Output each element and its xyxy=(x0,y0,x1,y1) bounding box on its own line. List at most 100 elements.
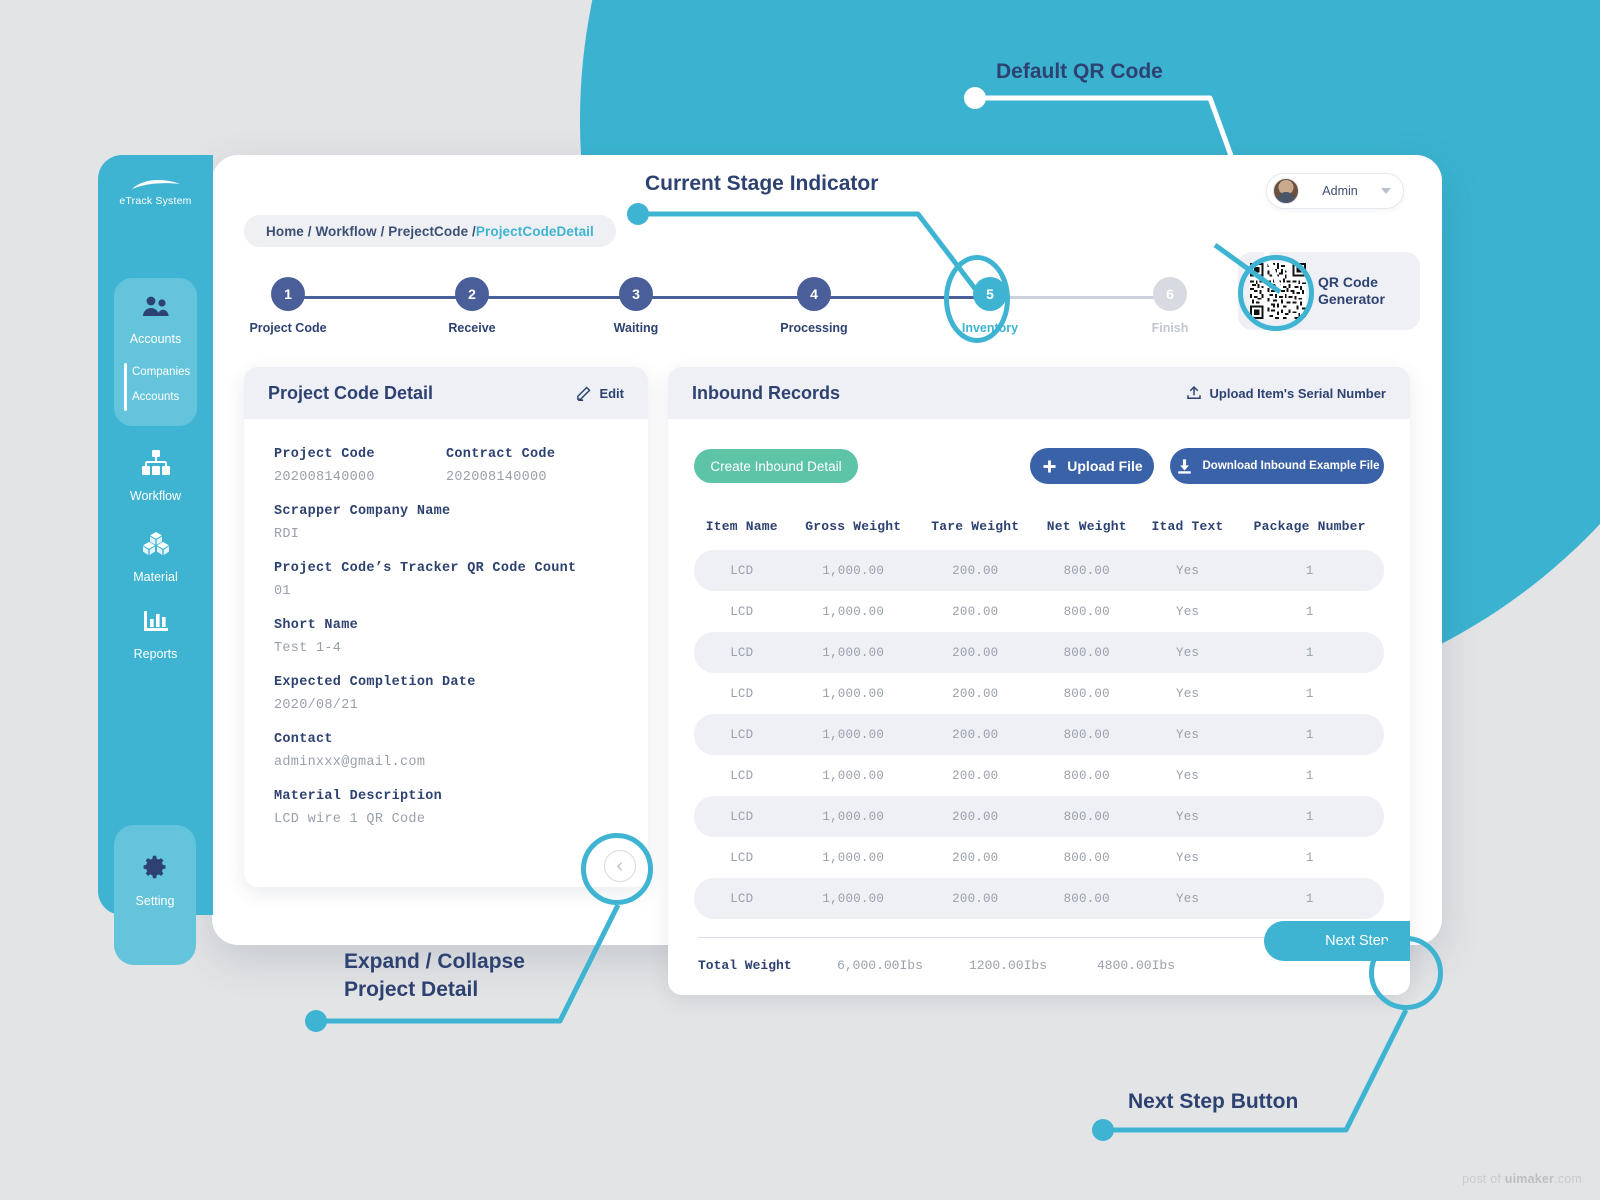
col-net-weight: Net Weight xyxy=(1046,519,1127,534)
cell-net-weight: 800.00 xyxy=(1033,796,1140,837)
roof-icon xyxy=(130,177,182,190)
step-2-label: Receive xyxy=(448,321,496,335)
cell-package-number: 1 xyxy=(1235,796,1384,837)
step-6-label: Finish xyxy=(1151,321,1189,335)
field-value: adminxxx@gmail.com xyxy=(274,755,426,770)
field-contract-code: Contract Code 202008140000 xyxy=(446,447,618,485)
sidebar-item-material[interactable]: Material xyxy=(98,531,213,586)
step-4-label: Processing xyxy=(780,321,848,335)
field-key: Contact xyxy=(274,732,333,747)
table-row[interactable]: LCD 1,000.00 200.00 800.00 Yes 1 xyxy=(694,673,1384,714)
chevron-down-icon xyxy=(1381,188,1391,194)
cell-package-number: 1 xyxy=(1235,550,1384,591)
cell-gross-weight: 1,000.00 xyxy=(822,686,885,701)
inbound-records-panel: Inbound Records Upload Item's Serial Num… xyxy=(668,367,1410,995)
download-example-label: Download Inbound Example File xyxy=(1202,460,1380,472)
step-6[interactable]: 6 Finish xyxy=(1110,273,1230,335)
cell-itad-text: Yes xyxy=(1139,632,1236,673)
cell-net-weight: 800.00 xyxy=(1063,604,1110,619)
step-3-bubble: 3 xyxy=(619,277,653,311)
table-row[interactable]: LCD 1,000.00 200.00 800.00 Yes 1 xyxy=(694,796,1384,837)
field-key: Expected Completion Date xyxy=(274,675,476,690)
table-row[interactable]: LCD 1,000.00 200.00 800.00 Yes 1 xyxy=(694,714,1384,755)
plus-icon xyxy=(1043,459,1056,473)
download-icon xyxy=(1177,458,1191,474)
cell-item-name: LCD xyxy=(730,768,754,783)
table-header-row: Item Name Gross Weight Tare Weight Net W… xyxy=(694,513,1384,550)
field-key: Project Code’s Tracker QR Code Count xyxy=(274,561,577,576)
total-tare-weight: 1200.00Ibs xyxy=(968,957,1047,973)
table-row[interactable]: LCD 1,000.00 200.00 800.00 Yes 1 xyxy=(694,755,1384,796)
table-row[interactable]: LCD 1,000.00 200.00 800.00 Yes 1 xyxy=(694,837,1384,878)
field-tracker-qr-count: Project Code’s Tracker QR Code Count 01 xyxy=(274,561,618,599)
cell-package-number: 1 xyxy=(1235,714,1384,755)
cell-tare-weight: 200.00 xyxy=(952,768,999,783)
cell-item-name: LCD xyxy=(694,714,790,755)
breadcrumb-trail: Home / Workflow / PrejectCode / xyxy=(266,223,476,239)
step-1[interactable]: 1 Project Code xyxy=(228,273,348,335)
col-gross-weight: Gross Weight xyxy=(805,519,902,534)
sidebar-subitem-accounts[interactable]: Accounts xyxy=(98,385,213,410)
watermark: post of uimaker.com xyxy=(1462,1172,1582,1186)
pencil-icon xyxy=(577,385,591,401)
sidebar-item-accounts[interactable]: Accounts Companies Accounts xyxy=(98,295,213,411)
table-row[interactable]: LCD 1,000.00 200.00 800.00 Yes 1 xyxy=(694,591,1384,632)
cell-net-weight: 800.00 xyxy=(1063,686,1110,701)
sidebar-subitem-companies[interactable]: Companies xyxy=(98,360,213,385)
page-root: Home / Workflow / PrejectCode / ProjectC… xyxy=(0,0,1600,1200)
detail-row-codes: Project Code 202008140000 Contract Code … xyxy=(274,447,618,504)
table-row[interactable]: LCD 1,000.00 200.00 800.00 Yes 1 xyxy=(694,632,1384,673)
cell-item-name: LCD xyxy=(730,686,754,701)
step-1-bubble: 1 xyxy=(271,277,305,311)
submenu-indicator xyxy=(124,363,127,411)
cell-package-number: 1 xyxy=(1235,878,1384,919)
cell-item-name: LCD xyxy=(694,878,790,919)
cell-itad-text: Yes xyxy=(1176,768,1200,783)
step-2[interactable]: 2 Receive xyxy=(412,273,532,335)
breadcrumb[interactable]: Home / Workflow / PrejectCode / ProjectC… xyxy=(244,215,616,247)
cell-item-name: LCD xyxy=(730,850,754,865)
user-menu[interactable]: Admin xyxy=(1266,173,1404,209)
cell-net-weight: 800.00 xyxy=(1033,714,1140,755)
create-inbound-detail-button[interactable]: Create Inbound Detail xyxy=(694,449,858,483)
cell-package-number: 1 xyxy=(1235,632,1384,673)
cell-gross-weight: 1,000.00 xyxy=(789,714,917,755)
sitemap-icon xyxy=(98,450,213,481)
bar-chart-icon xyxy=(98,608,213,639)
sidebar-item-workflow[interactable]: Workflow xyxy=(98,450,213,505)
step-4[interactable]: 4 Processing xyxy=(754,273,874,335)
field-key: Short Name xyxy=(274,618,359,633)
gear-icon xyxy=(114,853,196,886)
sidebar-item-label: Workflow xyxy=(129,489,182,503)
table-row[interactable]: LCD 1,000.00 200.00 800.00 Yes 1 xyxy=(694,550,1384,591)
stage-stepper: 1 Project Code 2 Receive 3 Waiting 4 Pro… xyxy=(249,273,1192,353)
cell-itad-text: Yes xyxy=(1139,550,1236,591)
cell-itad-text: Yes xyxy=(1176,850,1200,865)
sidebar-item-setting[interactable]: Setting xyxy=(114,825,196,965)
step-3[interactable]: 3 Waiting xyxy=(576,273,696,335)
sidebar-item-reports[interactable]: Reports xyxy=(98,608,213,663)
field-expected-completion-date: Expected Completion Date 2020/08/21 xyxy=(274,675,618,713)
cell-itad-text: Yes xyxy=(1176,686,1200,701)
step-2-bubble: 2 xyxy=(455,277,489,311)
field-key: Scrapper Company Name xyxy=(274,504,451,519)
field-value: Test 1-4 xyxy=(274,641,342,656)
table-body: LCD 1,000.00 200.00 800.00 Yes 1 LCD 1,0… xyxy=(694,550,1384,919)
cell-package-number: 1 xyxy=(1305,850,1314,865)
sidebar-item-label: Reports xyxy=(133,647,178,661)
cell-itad-text: Yes xyxy=(1139,878,1236,919)
cell-gross-weight: 1,000.00 xyxy=(822,850,885,865)
avatar xyxy=(1273,178,1299,204)
table-row[interactable]: LCD 1,000.00 200.00 800.00 Yes 1 xyxy=(694,878,1384,919)
users-icon xyxy=(98,295,213,324)
edit-button[interactable]: Edit xyxy=(575,385,624,402)
download-example-file-button[interactable]: Download Inbound Example File xyxy=(1170,448,1384,484)
annotation-line-2: Project Detail xyxy=(344,977,479,1001)
sidebar-item-label: Accounts xyxy=(129,332,182,346)
detail-panel-header: Project Code Detail Edit xyxy=(244,367,648,419)
upload-serial-number-button[interactable]: Upload Item's Serial Number xyxy=(1185,384,1386,402)
annotation-line-1: Expand / Collapse xyxy=(344,950,525,973)
cell-gross-weight: 1,000.00 xyxy=(789,550,917,591)
upload-file-button[interactable]: Upload File xyxy=(1030,448,1154,484)
cell-net-weight: 800.00 xyxy=(1033,632,1140,673)
